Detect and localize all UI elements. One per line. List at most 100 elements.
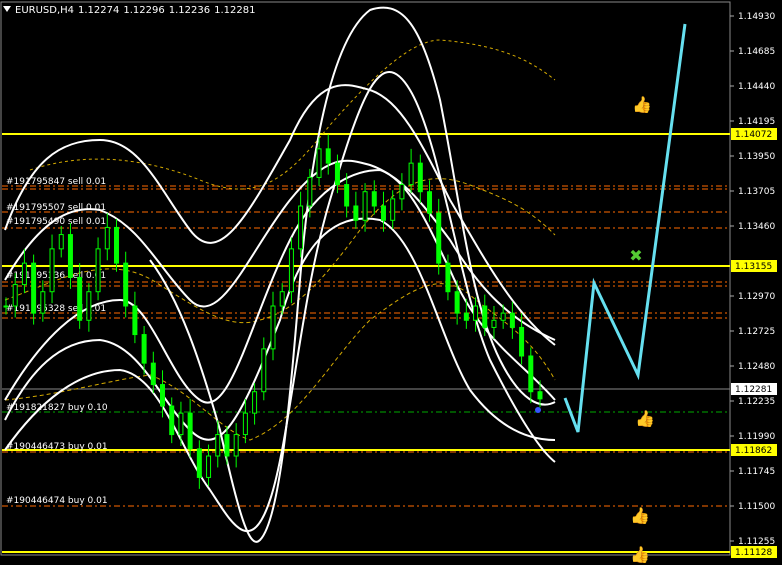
candle-body [261, 348, 267, 393]
price-tag-label: 1.12281 [735, 385, 772, 395]
close-value: 1.12281 [214, 5, 256, 16]
thumbs-up-icon: 👍 [632, 95, 652, 114]
candle-body [390, 198, 396, 221]
price-axis-label: 1.11990 [738, 432, 775, 442]
thumbs-up-icon: 👍 [635, 409, 655, 428]
candle-body [380, 205, 386, 221]
high-value: 1.12296 [123, 5, 165, 16]
low-value: 1.12236 [168, 5, 211, 16]
price-axis-label: 1.13950 [738, 152, 775, 162]
price-tag-label: 1.11128 [735, 548, 772, 558]
candle-body [224, 434, 230, 457]
candle-body [242, 412, 248, 436]
candle-body [132, 305, 138, 336]
candle-body [40, 291, 46, 314]
thumbs-up-icon: 👍 [630, 506, 650, 525]
cross-mark-icon: ✖ [629, 246, 642, 265]
candle-body [334, 162, 340, 186]
price-tag-label: 1.13155 [735, 262, 772, 272]
candle-body [169, 405, 175, 436]
candle-body [408, 162, 414, 186]
candle-body [454, 291, 460, 314]
candle-body [528, 355, 534, 393]
price-axis-label: 1.12480 [738, 362, 775, 372]
candle-body [21, 262, 27, 286]
candle-body [473, 305, 479, 321]
price-axis-label: 1.13460 [738, 222, 775, 232]
order-label: #191795507 sell 0.01 [6, 203, 106, 213]
price-axis-label: 1.12235 [738, 397, 775, 407]
candle-body [12, 284, 18, 307]
candle-body [427, 191, 433, 214]
candle-body [123, 262, 129, 307]
order-label: #191821827 buy 0.10 [6, 403, 108, 413]
candle-body [160, 384, 166, 407]
candle-body [445, 262, 451, 293]
candle-body [233, 434, 239, 457]
candle-body [49, 248, 55, 293]
candle-body [500, 312, 506, 321]
candle-body [67, 234, 73, 278]
candle-body [344, 184, 350, 207]
candle-body [206, 455, 212, 478]
price-tag-label: 1.14072 [735, 130, 772, 140]
candle-body [104, 226, 110, 250]
price-axis-label: 1.14440 [738, 82, 775, 92]
ma-slow-line [29, 39, 556, 190]
chart-window[interactable]: #191795847 sell 0.01 #191795507 sell 0.01… [0, 0, 782, 565]
order-label: #191795336 sell 0.01 [6, 271, 106, 281]
candle-body [417, 162, 423, 193]
thumbs-up-icon: 👍 [630, 545, 650, 564]
price-axis-label: 1.14930 [738, 12, 775, 22]
order-label: #190446473 buy 0.01 [6, 442, 108, 452]
candle-body [178, 412, 184, 436]
candle-body [362, 191, 368, 221]
candle-body [77, 276, 83, 321]
candle-body [141, 334, 147, 364]
candle-body [298, 205, 304, 250]
price-chart[interactable]: #191795847 sell 0.01 #191795507 sell 0.01… [0, 0, 782, 565]
forecast-arrow [563, 23, 687, 433]
chart-frame [0, 1, 731, 556]
candle-body [150, 362, 156, 386]
candle-body [482, 305, 488, 328]
price-axis-label: 1.14685 [738, 47, 775, 57]
candle-body [463, 312, 469, 321]
price-axis-label: 1.12725 [738, 327, 775, 337]
candle-body [491, 319, 497, 328]
candle-body [325, 148, 331, 164]
price-axis-label: 1.12970 [738, 292, 775, 302]
symbol-label: EURUSD,H4 [15, 5, 75, 16]
candle-body [252, 391, 258, 414]
order-label: #190446474 buy 0.01 [6, 496, 108, 506]
candle-body [307, 176, 313, 207]
price-axis-label: 1.14195 [738, 117, 775, 127]
price-axis-label: 1.13705 [738, 187, 775, 197]
price-axis-label: 1.11745 [738, 467, 775, 477]
candle-body [3, 305, 9, 308]
candle-body [31, 262, 37, 314]
candle-body [95, 248, 101, 293]
order-marker-icon [535, 407, 541, 413]
candle-body [279, 291, 285, 307]
candle-body [215, 434, 221, 457]
dropdown-triangle-icon[interactable] [3, 6, 11, 12]
candle-body [58, 234, 64, 250]
candle-body [436, 212, 442, 264]
candle-body [519, 326, 525, 357]
candle-body [187, 412, 193, 450]
candle-body [86, 291, 92, 321]
candle-body [316, 148, 322, 178]
candle-body [288, 248, 294, 293]
chart-title: EURUSD,H4 1.12274 1.12296 1.12236 1.12281 [3, 5, 259, 16]
candle-body [509, 312, 515, 328]
candle-body [113, 226, 119, 264]
price-axis-label: 1.11255 [738, 537, 775, 547]
price-axis-label: 1.11500 [738, 502, 775, 512]
candle-body [353, 205, 359, 221]
candle-body [196, 448, 202, 478]
price-tag-label: 1.11862 [735, 446, 772, 456]
open-value: 1.12274 [78, 5, 120, 16]
candle-body [371, 191, 377, 207]
candle-body [270, 305, 276, 350]
